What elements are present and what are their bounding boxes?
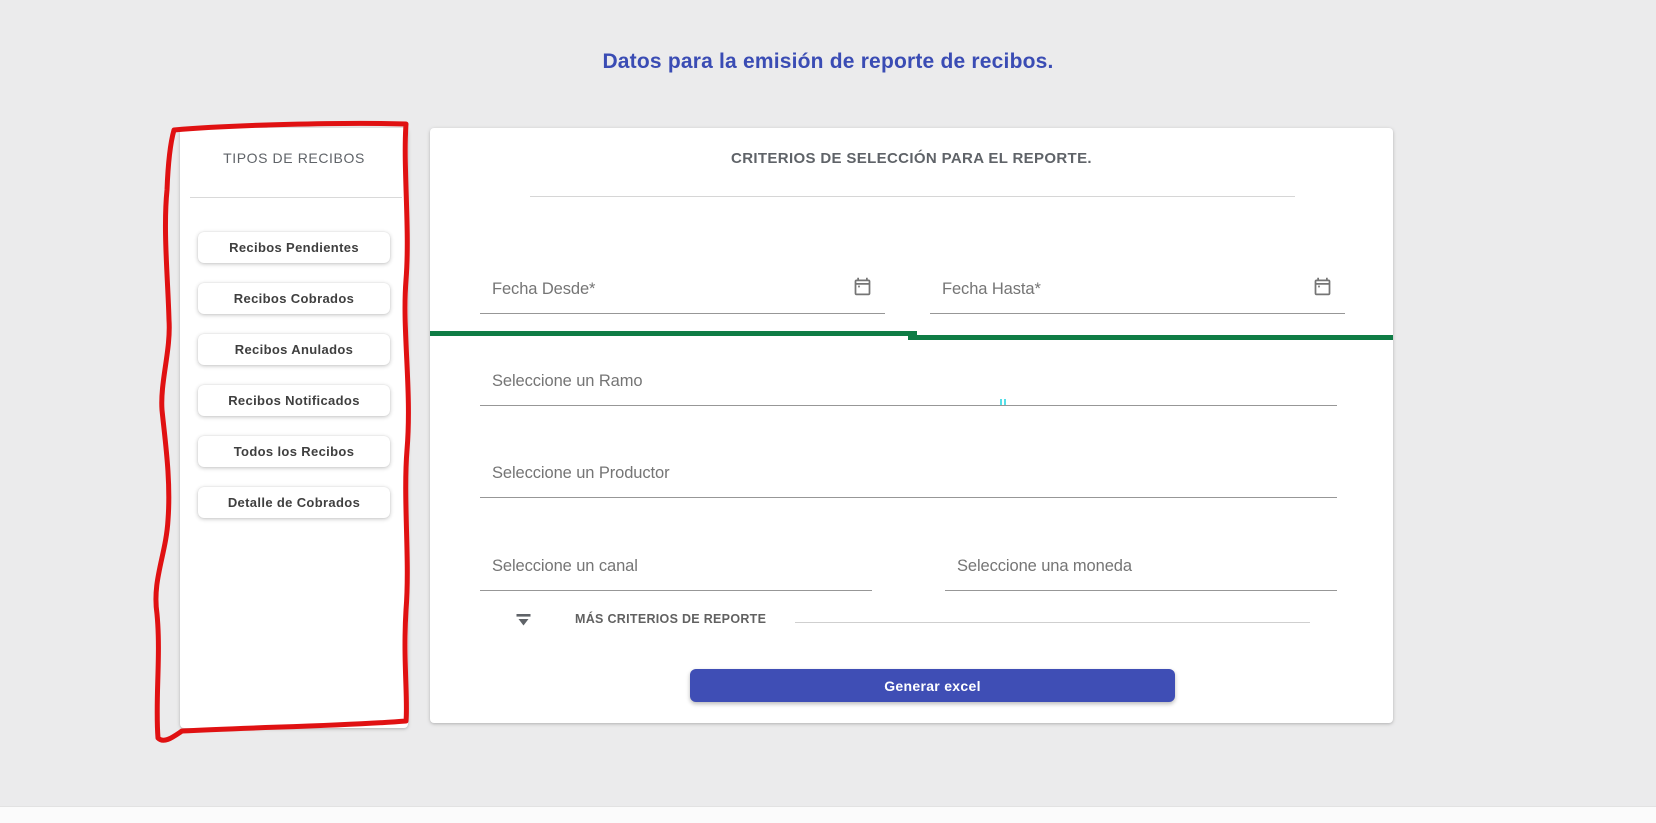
- more-criteria-label: MÁS CRITERIOS DE REPORTE: [575, 612, 766, 626]
- fecha-hasta-calendar-button[interactable]: [1311, 276, 1333, 298]
- sidebar-divider: [190, 197, 402, 198]
- sidebar-title: TIPOS DE RECIBOS: [180, 128, 408, 166]
- sidebar-button-list: Recibos Pendientes Recibos Cobrados Reci…: [180, 232, 408, 518]
- green-divider-left: [430, 331, 917, 336]
- generar-excel-button[interactable]: Generar excel: [690, 669, 1175, 702]
- sidebar-item-detalle-de-cobrados[interactable]: Detalle de Cobrados: [198, 487, 390, 518]
- productor-field: [480, 460, 1337, 498]
- calendar-icon: [1312, 276, 1333, 297]
- fecha-hasta-field: [930, 276, 1345, 314]
- select-caret-artifact: [1000, 399, 1010, 405]
- form-title-divider: [530, 196, 1295, 197]
- more-criteria-toggle[interactable]: MÁS CRITERIOS DE REPORTE: [516, 611, 766, 627]
- productor-select[interactable]: [480, 460, 1337, 498]
- fecha-desde-input[interactable]: [480, 276, 885, 314]
- bottom-strip: [0, 806, 1656, 823]
- report-criteria-card: CRITERIOS DE SELECCIÓN PARA EL REPORTE.: [430, 128, 1393, 723]
- fecha-desde-calendar-button[interactable]: [851, 276, 873, 298]
- fecha-hasta-input[interactable]: [930, 276, 1345, 314]
- moneda-field: [945, 553, 1337, 591]
- ramo-select[interactable]: [480, 368, 1337, 406]
- page-title: Datos para la emisión de reporte de reci…: [0, 50, 1656, 74]
- sidebar-item-recibos-cobrados[interactable]: Recibos Cobrados: [198, 283, 390, 314]
- sidebar-tipos-de-recibos: TIPOS DE RECIBOS Recibos Pendientes Reci…: [180, 128, 408, 728]
- more-criteria-divider: [795, 622, 1310, 623]
- filter-expand-icon: [516, 613, 531, 627]
- sidebar-item-todos-los-recibos[interactable]: Todos los Recibos: [198, 436, 390, 467]
- canal-select[interactable]: [480, 553, 872, 591]
- sidebar-item-recibos-anulados[interactable]: Recibos Anulados: [198, 334, 390, 365]
- form-title: CRITERIOS DE SELECCIÓN PARA EL REPORTE.: [430, 128, 1393, 167]
- moneda-select[interactable]: [945, 553, 1337, 591]
- canal-field: [480, 553, 872, 591]
- green-divider-right: [908, 335, 1393, 340]
- sidebar-item-recibos-notificados[interactable]: Recibos Notificados: [198, 385, 390, 416]
- ramo-field: [480, 368, 1337, 406]
- calendar-icon: [852, 276, 873, 297]
- fecha-desde-field: [480, 276, 885, 314]
- sidebar-item-recibos-pendientes[interactable]: Recibos Pendientes: [198, 232, 390, 263]
